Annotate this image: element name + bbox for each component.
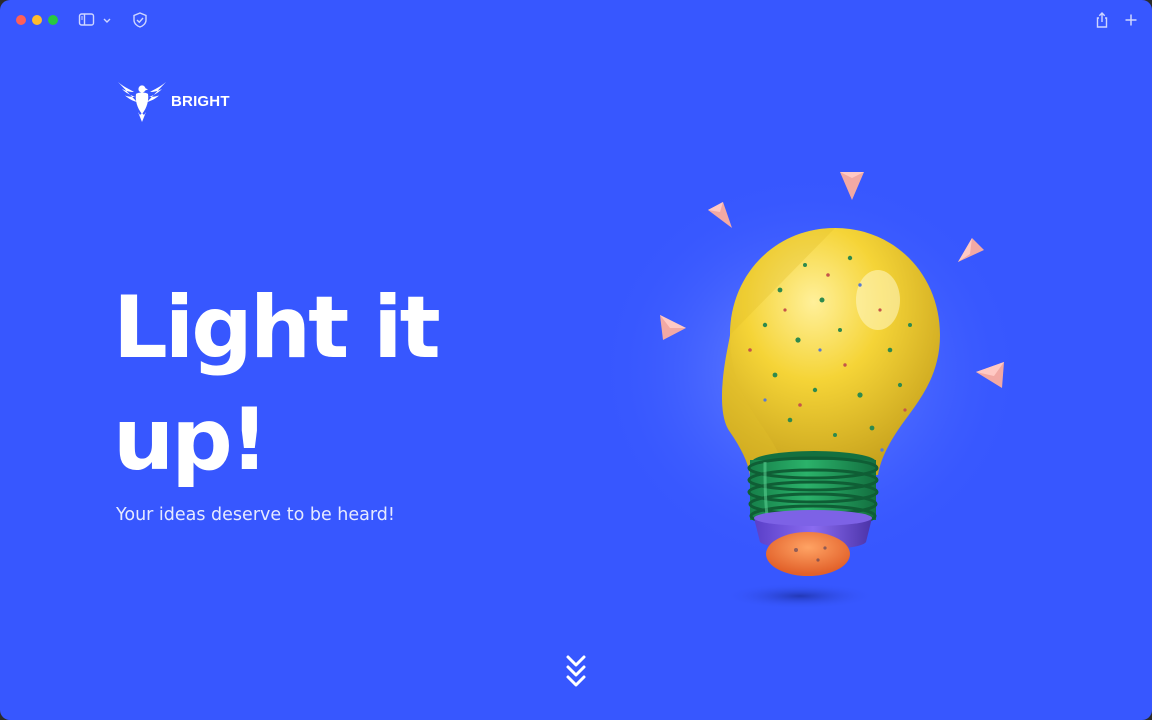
- sidebar-icon[interactable]: [78, 11, 96, 29]
- minimize-window-button[interactable]: [32, 15, 42, 25]
- browser-toolbar: [0, 0, 1152, 40]
- close-window-button[interactable]: [16, 15, 26, 25]
- headline-line-2: up!: [113, 390, 269, 490]
- scroll-down-button[interactable]: [562, 652, 590, 692]
- hero-tagline: Your ideas deserve to be heard!: [116, 505, 395, 525]
- zoom-window-button[interactable]: [48, 15, 58, 25]
- brand-name: BRIGHT: [171, 92, 230, 110]
- share-icon[interactable]: [1093, 11, 1111, 29]
- lightbulb-illustration: [595, 170, 1025, 609]
- triple-chevron-down-icon: [566, 655, 586, 687]
- chevron-down-icon[interactable]: [101, 11, 113, 29]
- hero-headline: Light it up!: [113, 272, 533, 496]
- shield-icon[interactable]: [131, 11, 149, 29]
- plus-icon[interactable]: [1122, 11, 1140, 29]
- headline-line-1: Light it: [113, 278, 441, 378]
- brand-logo[interactable]: BRIGHT: [116, 78, 230, 124]
- browser-window: BRIGHT Light it up! Your ideas deserve t…: [0, 0, 1152, 720]
- eagle-icon: [118, 82, 166, 122]
